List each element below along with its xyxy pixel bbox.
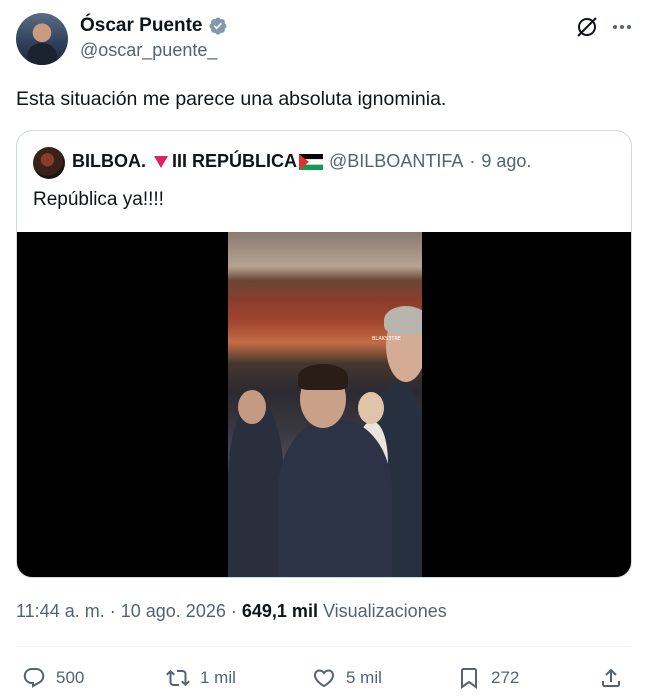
repost-button[interactable]: 1 mil: [166, 666, 236, 690]
tweet-date[interactable]: 10 ago. 2026: [121, 601, 226, 621]
quoted-display-name-part1[interactable]: BILBOA.: [72, 151, 146, 172]
divider: [16, 646, 631, 647]
video-person-head: [238, 390, 266, 424]
quoted-date[interactable]: 9 ago.: [481, 151, 531, 172]
action-bar: 500 1 mil 5 mil 272: [16, 662, 632, 696]
views-label: Visualizaciones: [322, 601, 447, 621]
grok-icon[interactable]: [575, 15, 599, 39]
bookmark-count: 272: [491, 668, 520, 687]
quoted-tweet[interactable]: BILBOA. III REPÚBLICA @BILBOANTIFA · 9 a…: [16, 130, 632, 578]
tweet-header: Óscar Puente @oscar_puente_: [16, 13, 633, 67]
quoted-handle[interactable]: @BILBOANTIFA: [329, 151, 463, 172]
reply-icon: [23, 668, 45, 688]
author-avatar[interactable]: [16, 13, 68, 65]
palestine-flag-icon: [299, 153, 324, 170]
tweet-time[interactable]: 11:44 a. m.: [16, 601, 105, 621]
reply-button[interactable]: 500: [22, 666, 84, 690]
author-handle[interactable]: @oscar_puente_: [80, 40, 228, 61]
repost-count: 1 mil: [200, 668, 236, 687]
quoted-author-row: BILBOA. III REPÚBLICA @BILBOANTIFA · 9 a…: [72, 151, 531, 172]
quoted-author-avatar[interactable]: [33, 147, 65, 179]
meta-separator: ·: [230, 601, 237, 621]
more-options-icon[interactable]: [611, 19, 633, 35]
red-triangle-icon: [154, 155, 168, 168]
repost-icon: [166, 669, 190, 687]
share-icon: [602, 668, 620, 687]
video-person: [228, 402, 284, 577]
quoted-display-name-part2[interactable]: III REPÚBLICA: [172, 151, 297, 172]
video-person-hair: [384, 306, 422, 334]
video-person: [278, 420, 392, 577]
like-count: 5 mil: [346, 668, 382, 687]
meta-separator: ·: [109, 601, 116, 621]
author-names: Óscar Puente @oscar_puente_: [80, 13, 228, 61]
tweet-meta: 11:44 a. m. · 10 ago. 2026 · 649,1 mil V…: [16, 601, 447, 622]
bookmark-icon: [461, 668, 477, 689]
video-person-hair: [298, 364, 348, 390]
reply-count: 500: [56, 668, 85, 687]
bookmark-button[interactable]: 272: [457, 666, 519, 690]
verified-badge-icon: [208, 17, 227, 35]
quoted-text: República ya!!!!: [33, 189, 164, 210]
author-name-row: Óscar Puente: [80, 13, 228, 39]
video-person-head: [358, 392, 384, 424]
tweet-text: Esta situación me parece una absoluta ig…: [16, 88, 447, 110]
video-frame: BLAKS3TRE: [228, 232, 422, 577]
author-display-name[interactable]: Óscar Puente: [80, 15, 203, 37]
video-player[interactable]: BLAKS3TRE: [17, 232, 631, 577]
like-button[interactable]: 5 mil: [312, 666, 382, 690]
heart-icon: [313, 669, 335, 688]
share-button[interactable]: [599, 666, 623, 690]
video-watermark: BLAKS3TRE: [372, 336, 402, 342]
views-count: 649,1 mil: [241, 601, 318, 621]
quoted-separator: ·: [469, 151, 476, 171]
